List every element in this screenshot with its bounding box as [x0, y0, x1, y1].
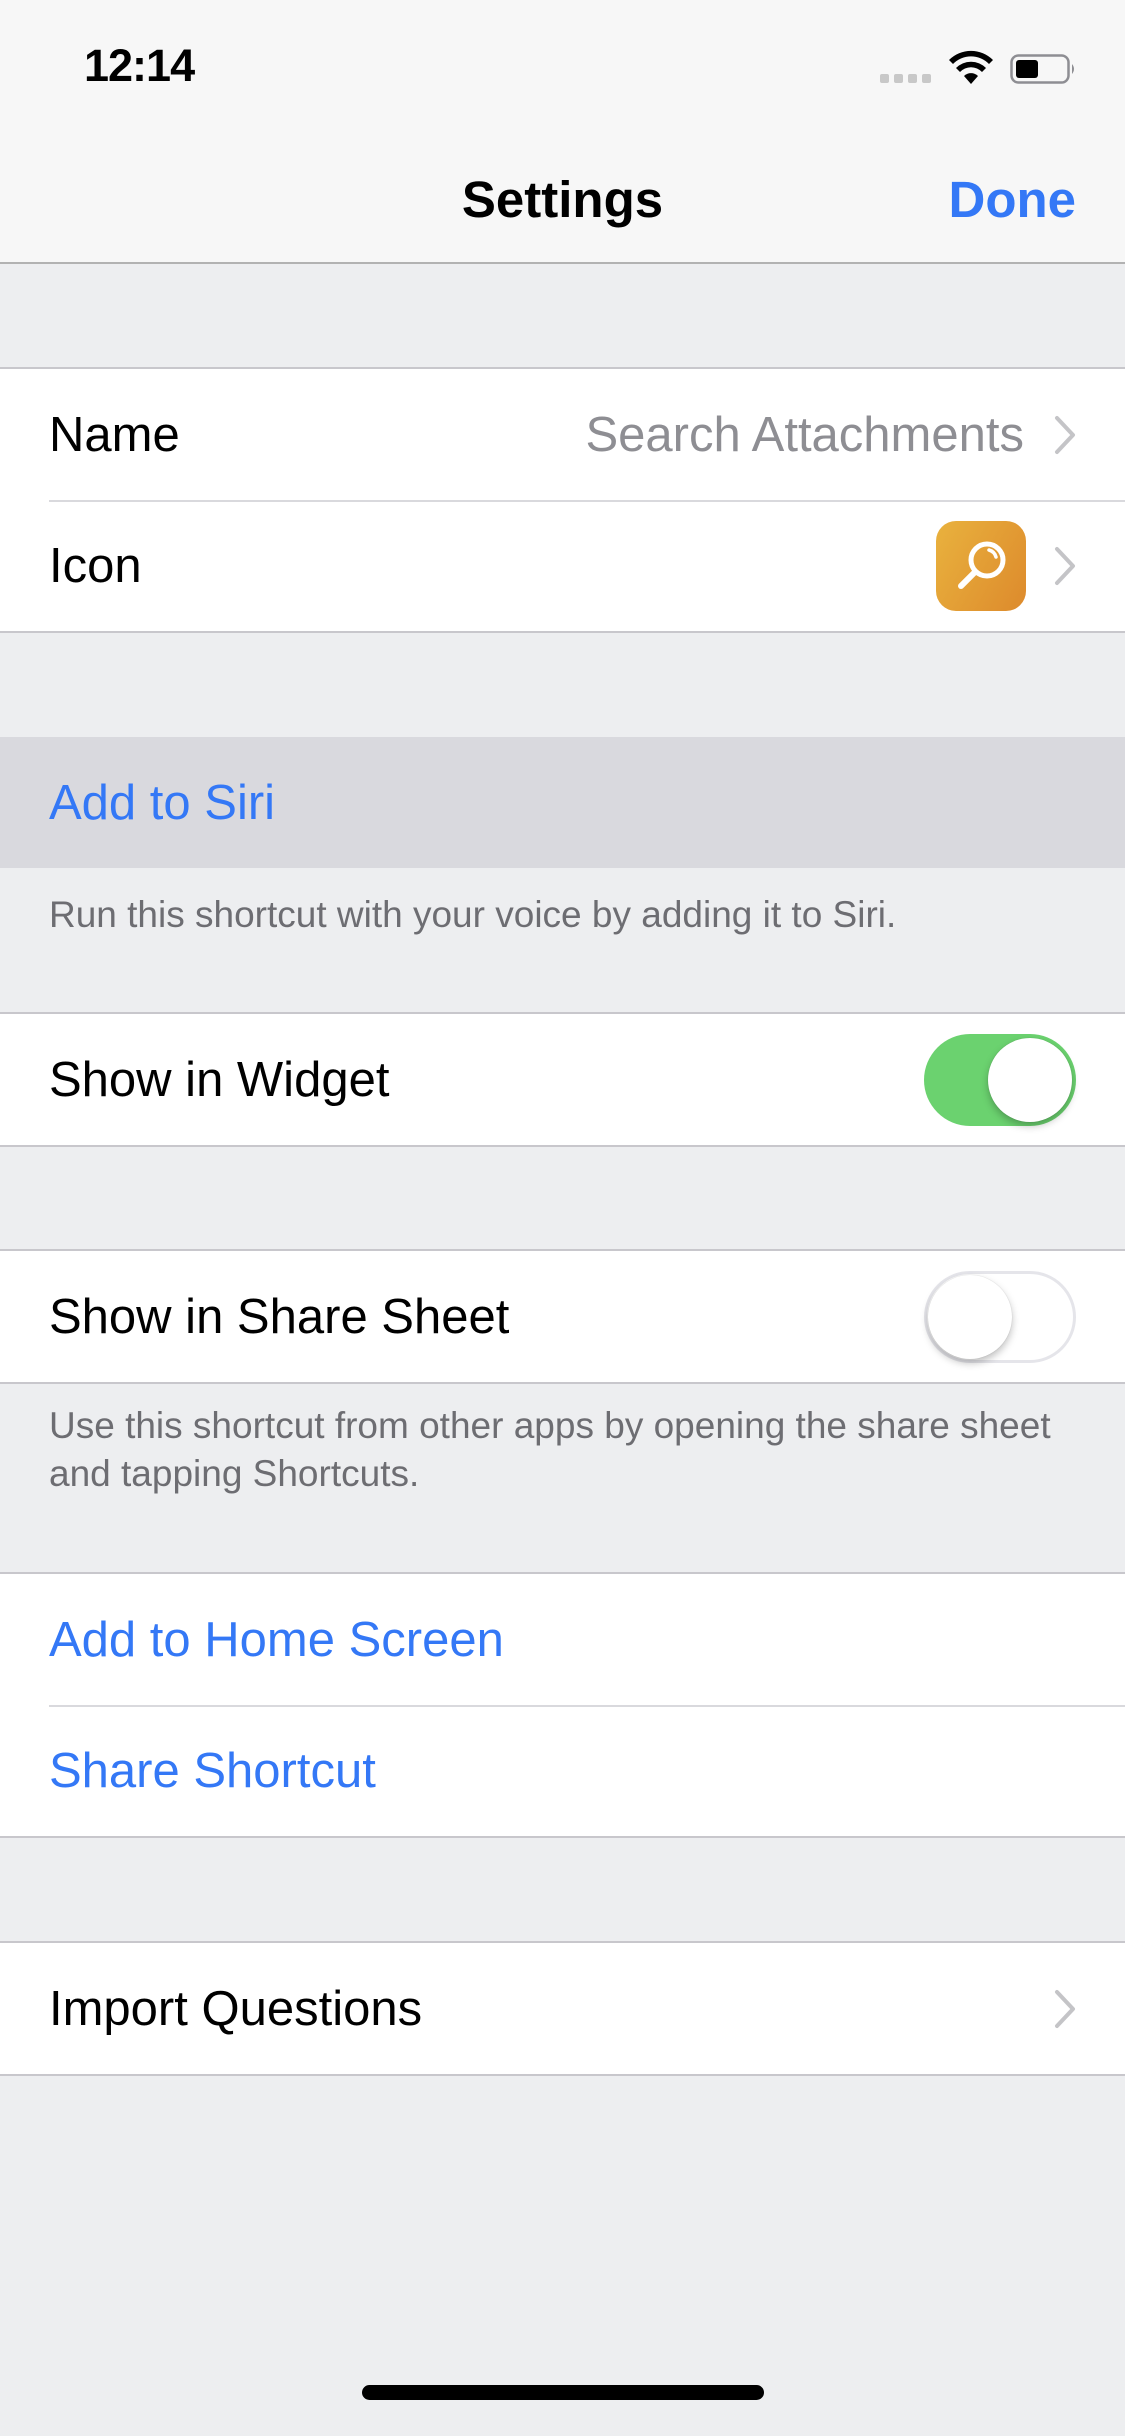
share-shortcut-button[interactable]: Share Shortcut	[0, 1705, 1125, 1836]
navigation-bar: Settings Done	[0, 132, 1125, 264]
show-in-widget-label: Show in Widget	[49, 1052, 390, 1107]
share-sheet-footer: Use this shortcut from other apps by ope…	[49, 1405, 1051, 1494]
name-row[interactable]: Name Search Attachments	[0, 369, 1125, 500]
siri-footer: Run this shortcut with your voice by add…	[49, 894, 897, 935]
shortcut-icon-preview	[936, 520, 1026, 611]
name-label: Name	[49, 407, 180, 462]
show-in-widget-row: Show in Widget	[0, 1014, 1125, 1145]
import-section: Import Questions	[0, 1941, 1125, 2076]
add-to-siri-label: Add to Siri	[49, 775, 276, 830]
general-section: Name Search Attachments Icon	[0, 367, 1125, 633]
add-to-siri-button[interactable]: Add to Siri	[0, 737, 1125, 868]
status-time: 12:14	[84, 40, 195, 91]
show-in-share-sheet-toggle[interactable]	[924, 1270, 1076, 1363]
icon-label: Icon	[49, 538, 142, 593]
show-in-widget-toggle[interactable]	[924, 1033, 1076, 1126]
chevron-right-icon	[1055, 546, 1075, 585]
share-sheet-section: Show in Share Sheet	[0, 1249, 1125, 1384]
chevron-right-icon	[1055, 415, 1075, 454]
show-in-share-sheet-label: Show in Share Sheet	[49, 1289, 510, 1344]
add-to-home-screen-button[interactable]: Add to Home Screen	[0, 1574, 1125, 1705]
done-button[interactable]: Done	[949, 170, 1077, 229]
cellular-signal-icon	[880, 74, 931, 83]
toggle-knob	[928, 1274, 1012, 1359]
actions-section: Add to Home Screen Share Shortcut	[0, 1572, 1125, 1838]
import-questions-label: Import Questions	[49, 1981, 423, 2036]
home-indicator[interactable]	[362, 2385, 764, 2400]
add-to-home-screen-label: Add to Home Screen	[49, 1612, 504, 1667]
toggle-knob	[988, 1037, 1072, 1122]
show-in-share-sheet-row: Show in Share Sheet	[0, 1251, 1125, 1382]
icon-row[interactable]: Icon	[0, 500, 1125, 631]
import-questions-row[interactable]: Import Questions	[0, 1943, 1125, 2074]
wifi-icon	[949, 50, 993, 84]
status-bar: 12:14	[0, 0, 1125, 132]
name-value: Search Attachments	[585, 407, 1024, 462]
chevron-right-icon	[1055, 1989, 1075, 2028]
battery-icon	[1010, 54, 1074, 84]
share-shortcut-label: Share Shortcut	[49, 1743, 376, 1798]
magnifying-glass-icon	[958, 541, 1006, 589]
widget-section: Show in Widget	[0, 1012, 1125, 1147]
siri-section: Add to Siri	[0, 737, 1125, 868]
